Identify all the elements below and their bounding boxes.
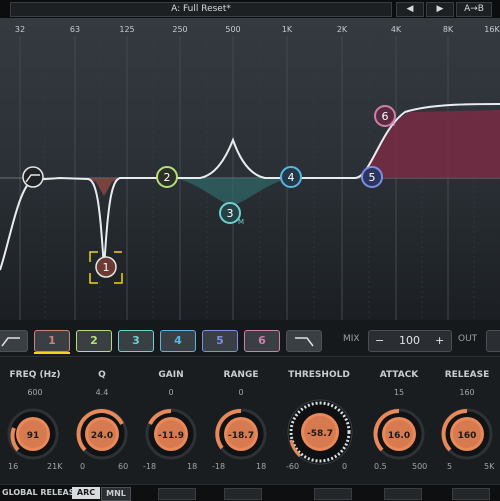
- freq-label: 32: [15, 25, 25, 34]
- lowpass-icon: [295, 337, 314, 347]
- attack-knob-max: 500: [412, 462, 428, 471]
- band-node-5[interactable]: 5: [361, 166, 383, 188]
- footer-control[interactable]: [384, 488, 422, 500]
- freq-label: 16K: [484, 25, 500, 34]
- band-selector-row: 1 2 3 4 5 6 MIX − 100 + OUT: [0, 326, 500, 354]
- svg-text:-18.7: -18.7: [228, 431, 254, 441]
- q-knob-min: 0: [80, 462, 86, 471]
- freq-knob-max: 21K: [47, 462, 63, 471]
- band-button-2[interactable]: 2: [76, 330, 112, 352]
- mix-stepper[interactable]: − 100 +: [368, 330, 452, 352]
- output-label: OUT: [458, 334, 478, 344]
- hp-filter-button[interactable]: [0, 330, 28, 352]
- freq-knob[interactable]: 91: [7, 408, 59, 460]
- band-button-3[interactable]: 3: [118, 330, 154, 352]
- gain-knob-max: 18: [187, 462, 198, 471]
- freq-label: 63: [70, 25, 80, 34]
- q-knob-label: Q: [98, 370, 106, 380]
- release-knob[interactable]: 160: [441, 408, 493, 460]
- range-knob-min: -18: [212, 462, 226, 471]
- svg-text:4: 4: [288, 171, 295, 184]
- prev-preset-button[interactable]: ◀: [396, 2, 424, 17]
- freq-label: 250: [172, 25, 187, 34]
- freq-label: 1K: [282, 25, 293, 34]
- threshold-knob-label: THRESHOLD: [288, 370, 350, 380]
- q-knob[interactable]: 24.0: [76, 408, 128, 460]
- footer-control[interactable]: [314, 488, 352, 500]
- ab-copy-button[interactable]: A→B: [456, 2, 492, 17]
- svg-text:91: 91: [27, 431, 40, 441]
- freq-knob-label: FREQ (Hz): [9, 370, 61, 380]
- attack-knob-min: 0.5: [374, 462, 387, 471]
- svg-text:16.0: 16.0: [388, 431, 410, 441]
- freq-label: 4K: [391, 25, 402, 34]
- svg-text:160: 160: [458, 431, 477, 441]
- band-button-6[interactable]: 6: [244, 330, 280, 352]
- svg-text:-58.7: -58.7: [307, 429, 333, 439]
- freq-label: 2K: [337, 25, 348, 34]
- global-release-label: GLOBAL RELEASE: [2, 488, 80, 497]
- selected-band-indicator: [34, 352, 70, 354]
- band-button-1[interactable]: 1: [34, 330, 70, 352]
- freq-label: 500: [225, 25, 240, 34]
- release-knob-label: RELEASE: [444, 370, 490, 380]
- threshold-knob-max: 0: [342, 462, 348, 471]
- next-preset-button[interactable]: ▶: [426, 2, 454, 17]
- hp-filter-node[interactable]: [22, 166, 44, 188]
- attack-knob-label: ATTACK: [379, 370, 419, 380]
- preset-name-field[interactable]: A: Full Reset*: [10, 2, 392, 17]
- range-knob-label: RANGE: [223, 370, 259, 380]
- mix-label: MIX: [343, 334, 360, 344]
- svg-text:5: 5: [369, 171, 376, 184]
- attack-knob[interactable]: 16.0: [373, 408, 425, 460]
- top-toolbar: A: Full Reset* ◀ ▶ A→B: [0, 0, 500, 19]
- svg-text:M: M: [238, 218, 244, 226]
- threshold-knob-min: -60: [286, 462, 300, 471]
- lp-filter-button[interactable]: [286, 330, 322, 352]
- svg-text:3: 3: [227, 207, 234, 220]
- mix-increment-button[interactable]: +: [435, 331, 444, 351]
- range-knob[interactable]: -18.7: [215, 408, 267, 460]
- manual-release-button[interactable]: MNL: [101, 487, 131, 501]
- svg-text:2: 2: [164, 171, 171, 184]
- freq-label: 8K: [443, 25, 454, 34]
- threshold-knob[interactable]: -58.7: [287, 399, 353, 465]
- highpass-icon: [1, 337, 20, 347]
- gain-knob-min: -18: [143, 462, 157, 471]
- freq-label: 125: [119, 25, 134, 34]
- footer-control[interactable]: [452, 488, 490, 500]
- q-knob-max: 60: [118, 462, 129, 471]
- svg-text:24.0: 24.0: [91, 431, 113, 441]
- band-button-4[interactable]: 4: [160, 330, 196, 352]
- release-knob-min: 5: [447, 462, 453, 471]
- footer-bar: GLOBAL RELEASE ARC MNL: [0, 484, 500, 501]
- footer-control[interactable]: [158, 488, 196, 500]
- svg-text:S: S: [391, 120, 396, 128]
- freq-knob-min: 16: [8, 462, 19, 471]
- arc-release-button[interactable]: ARC: [72, 487, 100, 499]
- band-button-5[interactable]: 5: [202, 330, 238, 352]
- svg-text:-11.9: -11.9: [158, 431, 184, 441]
- eq-graph[interactable]: 32 63 125 250 500 1K 2K 4K 8K 16K 1 2 3 …: [0, 18, 500, 320]
- output-stepper[interactable]: [486, 330, 500, 352]
- footer-control[interactable]: [224, 488, 262, 500]
- band-node-4[interactable]: 4: [280, 166, 302, 188]
- svg-text:1: 1: [103, 261, 110, 274]
- gain-knob-label: GAIN: [158, 370, 184, 380]
- band-node-2[interactable]: 2: [156, 166, 178, 188]
- mix-decrement-button[interactable]: −: [375, 331, 384, 351]
- range-knob-max: 18: [256, 462, 267, 471]
- gain-knob[interactable]: -11.9: [145, 408, 197, 460]
- mix-value[interactable]: 100: [399, 331, 420, 351]
- release-knob-max: 5K: [484, 462, 495, 471]
- svg-text:6: 6: [382, 110, 389, 123]
